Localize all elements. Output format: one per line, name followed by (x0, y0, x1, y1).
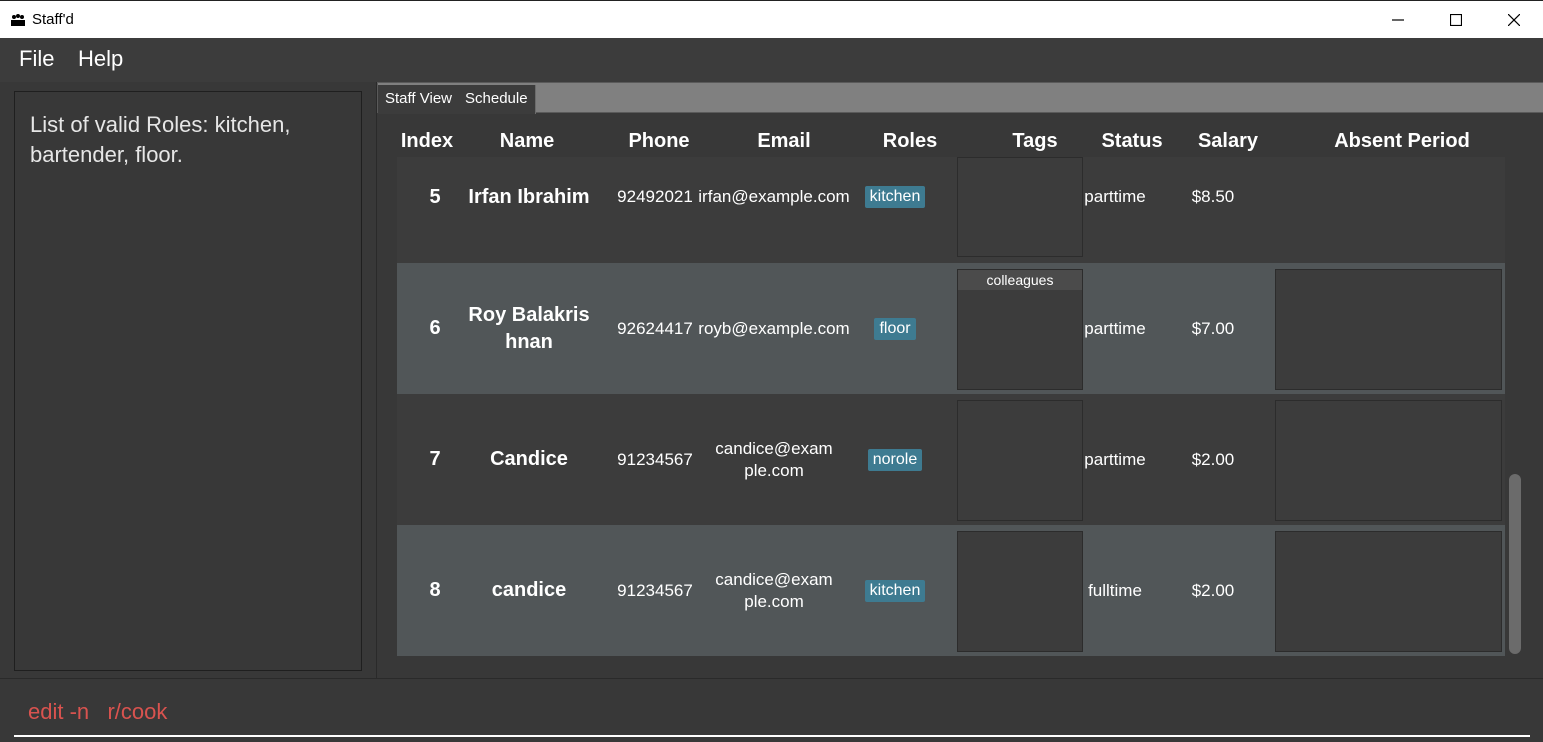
row-role: floor (845, 263, 945, 394)
row-phone: 92492021 (617, 187, 693, 206)
maximize-icon (1450, 14, 1462, 26)
row-salary: $8.50 (1191, 187, 1235, 206)
scrollbar-thumb[interactable] (1509, 474, 1521, 654)
absent-period-box (1275, 531, 1502, 652)
minimize-icon (1392, 19, 1404, 21)
row-email: royb@example.com (698, 318, 850, 338)
row-name: Irfan Ibrahim (468, 185, 590, 208)
close-icon (1508, 14, 1520, 26)
tags-box (957, 157, 1083, 257)
row-name: candice (491, 579, 567, 601)
header-tags[interactable]: Tags (985, 130, 1085, 153)
row-name: Roy Balakrishnan (468, 303, 590, 353)
tab-staff-view[interactable]: Staff View (378, 85, 460, 114)
row-salary: $2.00 (1191, 580, 1235, 600)
header-salary[interactable]: Salary (1178, 130, 1278, 153)
result-text: List of valid Roles: kitchen, bartender,… (30, 112, 291, 167)
role-badge: kitchen (864, 579, 926, 602)
result-display[interactable]: List of valid Roles: kitchen, bartender,… (14, 91, 362, 671)
staff-panel: Staff View Schedule Index Name Phone Ema… (376, 82, 1543, 678)
staff-list[interactable]: 5 Irfan Ibrahim 92492021 irfan@example.c… (397, 157, 1507, 657)
absent-period-box (1275, 269, 1502, 390)
row-role: kitchen (845, 525, 945, 656)
row-phone: 91234567 (617, 449, 693, 469)
row-salary: $2.00 (1191, 449, 1235, 469)
row-salary: $7.00 (1191, 318, 1235, 338)
command-input[interactable]: edit -n r/cook (28, 699, 167, 725)
tags-box (957, 400, 1083, 521)
row-status: parttime (1084, 449, 1146, 469)
minimize-button[interactable] (1369, 1, 1427, 39)
row-role: kitchen (845, 157, 945, 237)
row-name: Candice (490, 448, 568, 470)
table-row[interactable]: 6 Roy Balakrishnan 92624417 royb@example… (397, 263, 1505, 394)
header-email[interactable]: Email (734, 130, 834, 153)
header-absent-period[interactable]: Absent Period (1327, 130, 1477, 153)
row-index: 8 (429, 579, 441, 601)
command-underline (14, 735, 1530, 737)
window-title: Staff'd (32, 11, 74, 28)
header-status[interactable]: Status (1082, 130, 1182, 153)
header-index[interactable]: Index (397, 130, 457, 153)
menu-help[interactable]: Help (78, 46, 123, 72)
absent-period-box (1275, 400, 1502, 521)
header-name[interactable]: Name (477, 130, 577, 153)
header-roles[interactable]: Roles (860, 130, 960, 153)
row-role: norole (845, 394, 945, 525)
row-index: 6 (429, 317, 441, 339)
menu-file[interactable]: File (19, 46, 54, 72)
row-email: candice@example.com (715, 569, 833, 611)
row-email: irfan@example.com (698, 187, 850, 206)
role-badge: kitchen (864, 186, 926, 208)
role-badge: norole (867, 448, 923, 471)
table-row[interactable]: 7 Candice 91234567 candice@example.com n… (397, 394, 1505, 525)
tags-box (957, 531, 1083, 652)
app-logo-icon (11, 14, 25, 26)
row-index: 5 (429, 185, 441, 208)
tags-box: colleagues (957, 269, 1083, 390)
tag-chip: colleagues (958, 270, 1082, 290)
command-box[interactable]: edit -n r/cook (0, 678, 1543, 742)
row-phone: 91234567 (617, 580, 693, 600)
table-row[interactable]: 8 candice 91234567 candice@example.com k… (397, 525, 1505, 656)
maximize-button[interactable] (1427, 1, 1485, 39)
menu-bar: File Help (0, 38, 1543, 82)
row-email: candice@example.com (715, 438, 833, 480)
result-panel: List of valid Roles: kitchen, bartender,… (0, 82, 376, 678)
close-button[interactable] (1485, 1, 1543, 39)
row-status: parttime (1084, 318, 1146, 338)
row-status: fulltime (1088, 580, 1142, 600)
role-badge: floor (874, 317, 916, 340)
header-phone[interactable]: Phone (609, 130, 709, 153)
table-header: Index Name Phone Email Roles Tags Status… (397, 130, 1507, 160)
row-status: parttime (1084, 187, 1146, 206)
tab-schedule[interactable]: Schedule (458, 85, 536, 114)
table-row[interactable]: 5 Irfan Ibrahim 92492021 irfan@example.c… (397, 157, 1505, 263)
title-bar: Staff'd (0, 0, 1543, 38)
row-phone: 92624417 (617, 318, 693, 338)
tab-strip: Staff View Schedule (377, 82, 1543, 114)
row-index: 7 (429, 448, 441, 470)
